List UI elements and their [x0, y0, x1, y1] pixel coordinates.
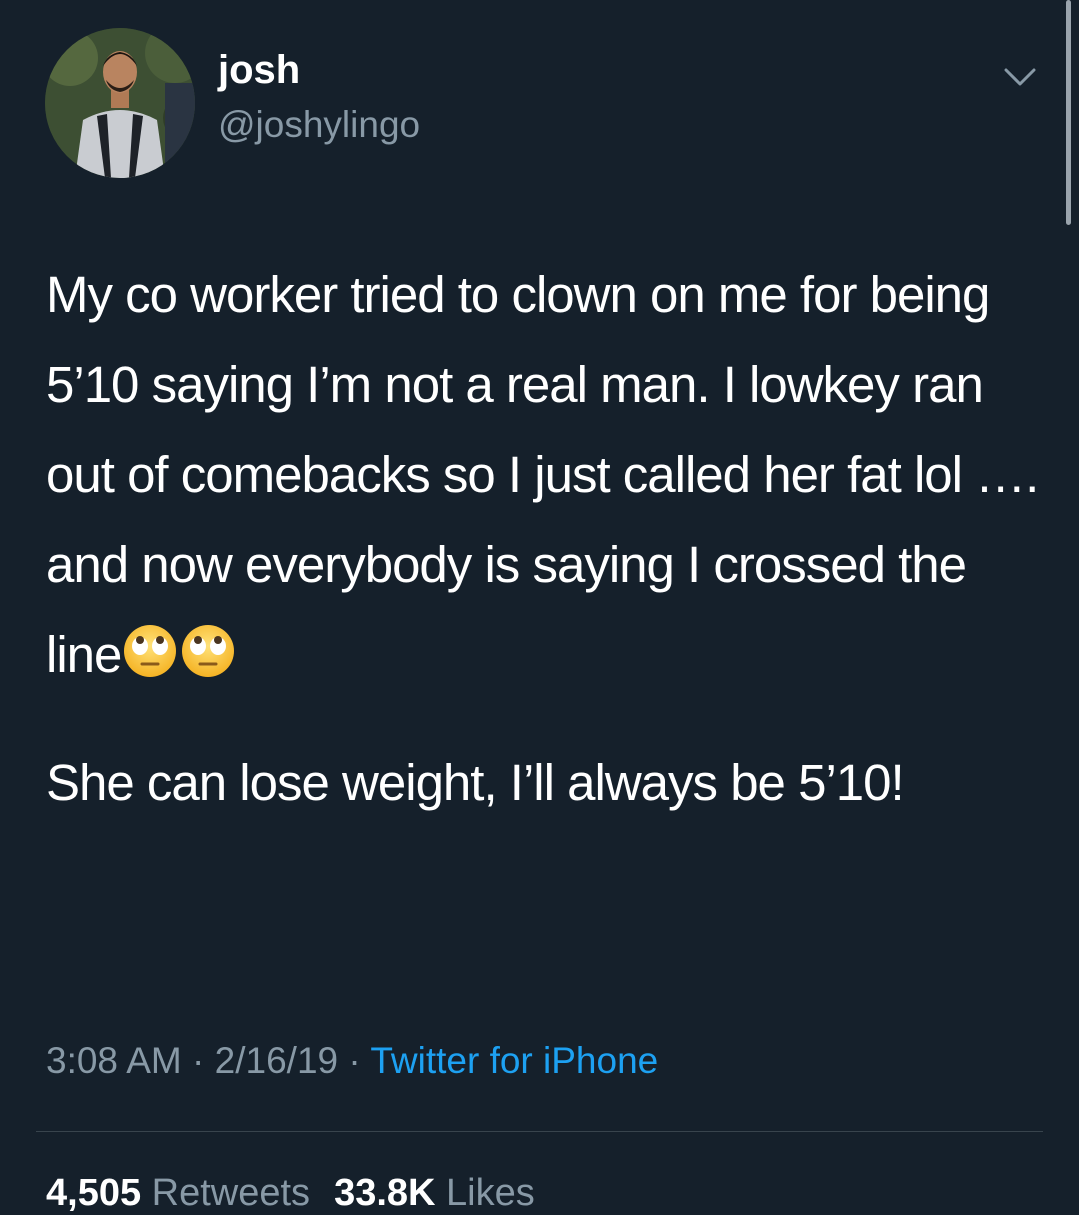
tweet-text: My co worker tried to clown on me for be… — [46, 250, 1046, 828]
rolling-eyes-emoji-icon — [179, 618, 237, 677]
tweet-card: josh @joshylingo My co worker tried to c… — [0, 0, 1079, 1215]
likes-stat[interactable]: 33.8K Likes — [334, 1172, 535, 1214]
author-handle[interactable]: @joshylingo — [218, 104, 420, 146]
likes-count: 33.8K — [334, 1172, 436, 1214]
meta-separator: · — [181, 1040, 215, 1081]
tweet-time: 3:08 AM — [46, 1040, 182, 1081]
tweet-paragraph: My co worker tried to clown on me for be… — [46, 250, 1046, 700]
retweets-count: 4,505 — [46, 1172, 142, 1214]
author-name[interactable]: josh — [218, 48, 300, 93]
tweet-source-link[interactable]: Twitter for iPhone — [370, 1040, 658, 1081]
avatar[interactable] — [45, 28, 195, 178]
avatar-photo — [45, 28, 195, 178]
tweet-meta: 3:08 AM · 2/16/19 · Twitter for iPhone — [46, 1040, 658, 1082]
tweet-paragraph: She can lose weight, I’ll always be 5’10… — [46, 754, 905, 811]
meta-separator: · — [338, 1040, 371, 1081]
likes-label: Likes — [446, 1172, 535, 1214]
retweets-label: Retweets — [151, 1172, 311, 1214]
retweets-stat[interactable]: 4,505 Retweets — [46, 1172, 310, 1214]
rolling-eyes-emoji-icon — [121, 618, 179, 677]
divider — [36, 1131, 1043, 1132]
tweet-stats: 4,505 Retweets 33.8K Likes — [46, 1172, 535, 1215]
scrollbar[interactable] — [1066, 0, 1071, 225]
tweet-date: 2/16/19 — [214, 1040, 339, 1081]
chevron-down-icon[interactable] — [1000, 62, 1040, 92]
